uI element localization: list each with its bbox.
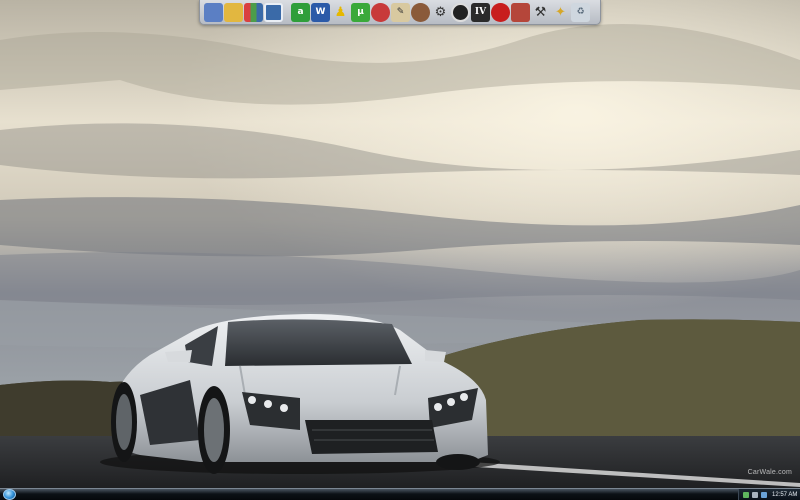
word-icon[interactable]: W — [311, 2, 330, 22]
system-tray: 12:57 AM — [738, 489, 800, 500]
bookshelf-icon[interactable] — [244, 2, 263, 22]
start-button[interactable] — [3, 489, 16, 500]
aim-icon[interactable]: ♟ — [331, 3, 350, 22]
power-icon[interactable] — [761, 491, 767, 498]
network-icon[interactable] — [743, 491, 749, 498]
ultraiso-icon[interactable] — [511, 2, 530, 22]
magic-wand-icon[interactable]: ✦ — [551, 3, 570, 22]
stop-sign-icon[interactable] — [491, 2, 510, 22]
wallpaper-watermark: CarWale.com — [747, 469, 792, 476]
quick-launch-dock: a W ♟ µ ✎ ⚙ IV ⚒ ✦ ♻ — [199, 0, 601, 25]
green-app-icon[interactable]: a — [291, 2, 310, 22]
computer-icon[interactable] — [204, 2, 223, 22]
game-icon[interactable]: ⚙ — [431, 3, 450, 22]
taskbar-clock[interactable]: 12:57 AM — [772, 492, 797, 498]
folder-icon[interactable] — [224, 2, 243, 22]
notepad-icon[interactable]: ✎ — [391, 2, 410, 22]
desktop-wallpaper: CarWale.com — [0, 0, 800, 488]
person-icon[interactable] — [411, 2, 430, 22]
display-settings-icon[interactable] — [264, 2, 283, 22]
volume-icon[interactable] — [752, 491, 758, 498]
recycle-bin-icon[interactable]: ♻ — [571, 2, 590, 22]
utorrent-icon[interactable]: µ — [351, 2, 370, 22]
gta-iv-icon[interactable]: IV — [471, 2, 490, 22]
tools-icon[interactable]: ⚒ — [531, 3, 550, 22]
taskbar: 12:57 AM — [0, 488, 800, 500]
red-round-app-icon[interactable] — [371, 2, 390, 22]
wallpaper-scene — [0, 0, 800, 488]
counter-strike-icon[interactable] — [451, 2, 470, 22]
